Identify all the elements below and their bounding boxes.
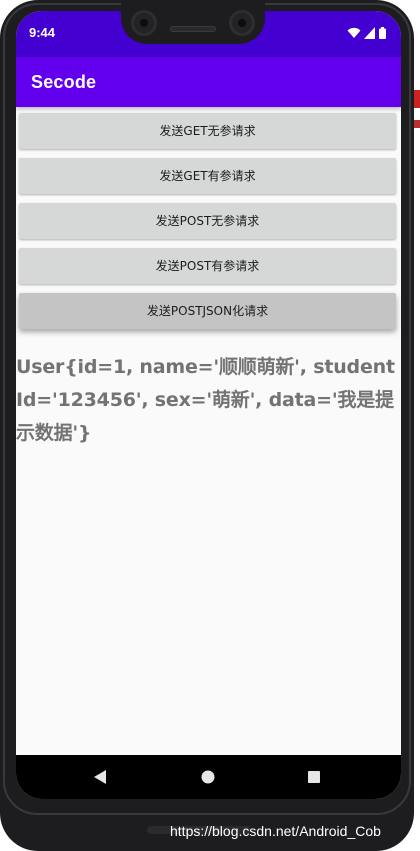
phone-screen: 9:44 Secode 发送GET无参请求 发送GET有参请求 发送POST无参… bbox=[16, 11, 401, 799]
response-text: User{id=1, name='顺顺萌新', studentId='12345… bbox=[16, 356, 395, 444]
get-no-params-button[interactable]: 发送GET无参请求 bbox=[19, 113, 396, 149]
home-circle-icon bbox=[201, 770, 215, 784]
status-time: 9:44 bbox=[29, 25, 56, 40]
back-triangle-icon bbox=[94, 770, 106, 784]
cellular-signal-icon bbox=[364, 27, 375, 39]
app-title: Secode bbox=[31, 72, 97, 92]
app-toolbar: Secode bbox=[16, 57, 401, 107]
phone-frame: 9:44 Secode 发送GET无参请求 发送GET有参请求 发送POST无参… bbox=[0, 0, 414, 851]
wifi-icon bbox=[347, 27, 361, 38]
back-button[interactable] bbox=[80, 755, 120, 799]
battery-icon bbox=[379, 27, 386, 39]
front-camera bbox=[131, 10, 157, 36]
post-json-button[interactable]: 发送POSTJSON化请求 bbox=[19, 293, 396, 329]
recents-square-icon bbox=[308, 771, 320, 783]
system-nav-bar bbox=[16, 755, 401, 799]
earpiece-speaker bbox=[170, 26, 216, 32]
post-with-params-button[interactable]: 发送POST有参请求 bbox=[19, 248, 396, 284]
watermark-text: https://blog.csdn.net/Android_Cob bbox=[170, 823, 381, 839]
front-sensor bbox=[229, 10, 255, 36]
background-red-mark bbox=[414, 120, 420, 128]
post-no-params-button[interactable]: 发送POST无参请求 bbox=[19, 203, 396, 239]
get-with-params-button[interactable]: 发送GET有参请求 bbox=[19, 158, 396, 194]
home-button[interactable] bbox=[188, 755, 228, 799]
camera-notch bbox=[121, 0, 265, 44]
background-red-mark bbox=[414, 90, 420, 108]
recents-button[interactable] bbox=[294, 755, 334, 799]
